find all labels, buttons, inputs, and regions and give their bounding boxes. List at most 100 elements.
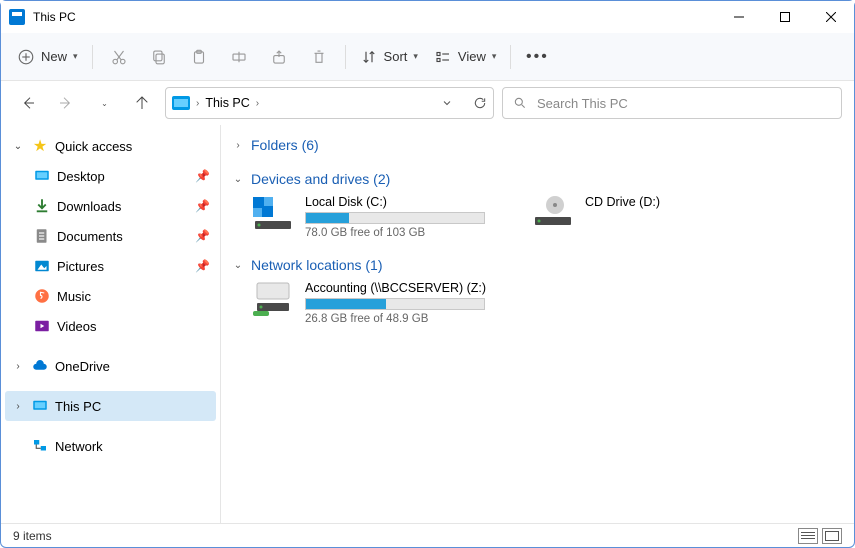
section-devices: ⌄ Devices and drives (2) Local Disk (C:)… xyxy=(231,167,844,243)
content-pane: › Folders (6) ⌄ Devices and drives (2) L… xyxy=(221,125,854,523)
music-icon xyxy=(33,287,51,305)
section-header-network[interactable]: ⌄ Network locations (1) xyxy=(231,253,844,277)
chevron-down-icon xyxy=(441,97,453,109)
back-button[interactable] xyxy=(13,88,43,118)
plus-circle-icon xyxy=(17,48,35,66)
sidebar-item-music[interactable]: Music xyxy=(5,281,216,311)
drive-free-space: 78.0 GB free of 103 GB xyxy=(305,227,491,239)
rename-button[interactable] xyxy=(221,39,257,75)
sidebar-item-desktop[interactable]: Desktop 📌 xyxy=(5,161,216,191)
pin-icon: 📌 xyxy=(195,229,210,243)
pin-icon: 📌 xyxy=(195,169,210,183)
section-network: ⌄ Network locations (1) Accounting (\\BC… xyxy=(231,253,844,329)
documents-icon xyxy=(33,227,51,245)
sidebar-item-this-pc[interactable]: › This PC xyxy=(5,391,216,421)
sidebar-item-onedrive[interactable]: › OneDrive xyxy=(5,351,216,381)
downloads-icon xyxy=(33,197,51,215)
status-item-count: 9 items xyxy=(13,529,52,543)
title-bar: This PC xyxy=(1,1,854,33)
details-view-button[interactable] xyxy=(798,528,818,544)
sidebar-item-label: Network xyxy=(55,439,103,454)
navigation-pane: ⌄ ★ Quick access Desktop 📌 Downloads 📌 D… xyxy=(1,125,221,523)
sidebar-item-documents[interactable]: Documents 📌 xyxy=(5,221,216,251)
cut-button[interactable] xyxy=(101,39,137,75)
sidebar-item-network[interactable]: Network xyxy=(5,431,216,461)
drive-item[interactable]: Accounting (\\BCCSERVER) (Z:) 26.8 GB fr… xyxy=(251,281,491,325)
close-button[interactable] xyxy=(808,1,854,33)
view-icon xyxy=(434,48,452,66)
chevron-down-icon: ▾ xyxy=(492,51,497,62)
chevron-down-icon: ⌄ xyxy=(231,260,245,271)
sidebar-item-label: Downloads xyxy=(57,199,121,214)
sidebar-item-downloads[interactable]: Downloads 📌 xyxy=(5,191,216,221)
toolbar: New ▾ Sort ▾ View ▾ ••• xyxy=(1,33,854,81)
address-dropdown-button[interactable] xyxy=(441,97,453,109)
chevron-right-icon: › xyxy=(256,98,259,109)
this-pc-icon xyxy=(172,96,190,110)
chevron-down-icon: ⌄ xyxy=(231,174,245,185)
videos-icon xyxy=(33,317,51,335)
copy-button[interactable] xyxy=(141,39,177,75)
chevron-down-icon: ▾ xyxy=(73,51,78,62)
chevron-right-icon: › xyxy=(11,361,25,372)
refresh-button[interactable] xyxy=(473,96,487,110)
sidebar-item-label: Pictures xyxy=(57,259,104,274)
sort-button[interactable]: Sort ▾ xyxy=(354,39,424,75)
drive-name: CD Drive (D:) xyxy=(585,195,771,209)
desktop-icon xyxy=(33,167,51,185)
breadcrumb[interactable]: This PC xyxy=(205,96,249,110)
drive-item[interactable]: Local Disk (C:) 78.0 GB free of 103 GB xyxy=(251,195,491,239)
address-bar[interactable]: › This PC › xyxy=(165,87,494,119)
new-label: New xyxy=(41,49,67,64)
drive-name: Local Disk (C:) xyxy=(305,195,491,209)
more-button[interactable]: ••• xyxy=(519,39,555,75)
drive-name: Accounting (\\BCCSERVER) (Z:) xyxy=(305,281,491,295)
delete-icon xyxy=(310,48,328,66)
section-header-folders[interactable]: › Folders (6) xyxy=(231,133,844,157)
rename-icon xyxy=(230,48,248,66)
sort-label: Sort xyxy=(384,49,408,64)
sidebar-item-label: Documents xyxy=(57,229,123,244)
section-folders: › Folders (6) xyxy=(231,133,844,157)
section-header-devices[interactable]: ⌄ Devices and drives (2) xyxy=(231,167,844,191)
maximize-button[interactable] xyxy=(762,1,808,33)
drive-usage-bar xyxy=(305,212,485,224)
search-box[interactable] xyxy=(502,87,842,119)
minimize-button[interactable] xyxy=(716,1,762,33)
share-icon xyxy=(270,48,288,66)
window-title: This PC xyxy=(33,10,76,24)
network-icon xyxy=(31,437,49,455)
section-label: Folders (6) xyxy=(251,137,319,153)
arrow-left-icon xyxy=(20,95,36,111)
sidebar-item-videos[interactable]: Videos xyxy=(5,311,216,341)
paste-icon xyxy=(190,48,208,66)
sidebar-item-pictures[interactable]: Pictures 📌 xyxy=(5,251,216,281)
arrow-up-icon xyxy=(134,95,150,111)
forward-button[interactable] xyxy=(51,88,81,118)
status-bar: 9 items xyxy=(1,523,854,547)
sidebar-item-label: OneDrive xyxy=(55,359,110,374)
recent-button[interactable]: ⌄ xyxy=(89,88,119,118)
share-button[interactable] xyxy=(261,39,297,75)
sidebar-item-label: Music xyxy=(57,289,91,304)
pin-icon: 📌 xyxy=(195,199,210,213)
new-button[interactable]: New ▾ xyxy=(11,39,84,75)
search-input[interactable] xyxy=(537,96,831,111)
sidebar-item-quick-access[interactable]: ⌄ ★ Quick access xyxy=(5,131,216,161)
refresh-icon xyxy=(473,96,487,110)
paste-button[interactable] xyxy=(181,39,217,75)
star-icon: ★ xyxy=(31,137,49,155)
chevron-right-icon: › xyxy=(231,140,245,151)
copy-icon xyxy=(150,48,168,66)
delete-button[interactable] xyxy=(301,39,337,75)
up-button[interactable] xyxy=(127,88,157,118)
large-icons-view-button[interactable] xyxy=(822,528,842,544)
address-row: ⌄ › This PC › xyxy=(1,81,854,125)
search-icon xyxy=(513,96,527,110)
network-drive-icon xyxy=(251,281,295,317)
view-button[interactable]: View ▾ xyxy=(428,39,502,75)
cloud-icon xyxy=(31,357,49,375)
drive-item[interactable]: CD Drive (D:) xyxy=(531,195,771,239)
this-pc-icon xyxy=(31,397,49,415)
sort-icon xyxy=(360,48,378,66)
